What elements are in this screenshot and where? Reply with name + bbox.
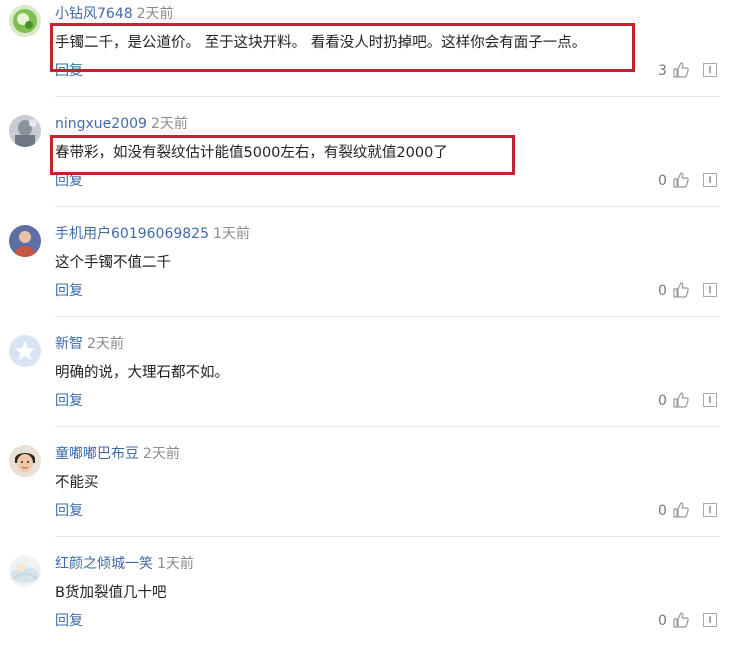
comment-meta: ningxue2009 2天前: [55, 114, 188, 134]
timestamp: 2天前: [136, 6, 174, 22]
comment-meta: 童嘟嘟巴布豆 2天前: [55, 444, 180, 464]
timestamp: 2天前: [87, 336, 124, 352]
comment-item: 新智 2天前 明确的说，大理石都不如。 回复 0: [0, 330, 750, 440]
timestamp: 1天前: [212, 226, 250, 242]
thumbs-up-icon[interactable]: [672, 391, 690, 409]
comment-item: 小钻风7648 2天前 手镯二千，是公道价。 至于这块开料。 看看没人时扔掉吧。这…: [0, 0, 750, 110]
reply-button[interactable]: 回复: [55, 61, 83, 81]
reply-button[interactable]: 回复: [55, 171, 83, 191]
comment-list: 小钻风7648 2天前 手镯二千，是公道价。 至于这块开料。 看看没人时扔掉吧。这…: [0, 0, 750, 648]
comment-text: 不能买: [55, 475, 99, 491]
thumbs-up-icon[interactable]: [672, 171, 690, 189]
comment-meta: 红颜之倾城一笑 1天前: [55, 554, 194, 574]
divider: [55, 426, 720, 427]
like-count: 3: [658, 63, 667, 79]
username-link[interactable]: 童嘟嘟巴布豆: [55, 446, 139, 462]
avatar[interactable]: [9, 555, 41, 587]
avatar[interactable]: [9, 225, 41, 257]
comment-item: 童嘟嘟巴布豆 2天前 不能买 回复 0: [0, 440, 750, 550]
avatar[interactable]: [9, 335, 41, 367]
report-icon[interactable]: [703, 613, 717, 627]
thumbs-up-icon[interactable]: [672, 611, 690, 629]
avatar[interactable]: [9, 445, 41, 477]
report-icon[interactable]: [703, 283, 717, 297]
child-photo-avatar-icon: [9, 445, 41, 477]
report-icon[interactable]: [703, 393, 717, 407]
green-abstract-avatar-icon: [9, 5, 41, 37]
comment-meta: 手机用户60196069825 1天前: [55, 224, 250, 244]
divider: [55, 536, 720, 537]
comment-item: 手机用户60196069825 1天前 这个手镯不值二千 回复 0: [0, 220, 750, 330]
report-icon[interactable]: [703, 503, 717, 517]
like-count: 0: [658, 283, 667, 299]
blurred-photo-avatar-icon: [9, 115, 41, 147]
avatar[interactable]: [9, 5, 41, 37]
divider: [55, 96, 720, 97]
divider: [55, 206, 720, 207]
report-icon[interactable]: [703, 173, 717, 187]
default-user-avatar-icon: [9, 225, 41, 257]
pale-photo-avatar-icon: [9, 555, 41, 587]
username-link[interactable]: 手机用户60196069825: [55, 226, 209, 242]
comment-meta: 新智 2天前: [55, 334, 124, 354]
username-link[interactable]: 红颜之倾城一笑: [55, 556, 153, 572]
comment-text: 手镯二千，是公道价。 至于这块开料。 看看没人时扔掉吧。这样你会有面子一点。: [55, 35, 587, 51]
thumbs-up-icon[interactable]: [672, 281, 690, 299]
avatar[interactable]: [9, 115, 41, 147]
thumbs-up-icon[interactable]: [672, 501, 690, 519]
divider: [55, 316, 720, 317]
reply-button[interactable]: 回复: [55, 391, 83, 411]
timestamp: 2天前: [150, 116, 188, 132]
comment-text: 明确的说，大理石都不如。: [55, 365, 229, 381]
comment-text: B货加裂值几十吧: [55, 585, 167, 601]
reply-button[interactable]: 回复: [55, 611, 83, 631]
timestamp: 2天前: [143, 446, 180, 462]
comment-item: 红颜之倾城一笑 1天前 B货加裂值几十吧 回复 0: [0, 550, 750, 648]
comment-text: 春带彩，如没有裂纹估计能值5000左右，有裂纹就值2000了: [55, 145, 448, 161]
comment-text: 这个手镯不值二千: [55, 255, 171, 271]
comment-meta: 小钻风7648 2天前: [55, 4, 174, 24]
reply-button[interactable]: 回复: [55, 501, 83, 521]
default-star-avatar-icon: [9, 335, 41, 367]
comment-item: ningxue2009 2天前 春带彩，如没有裂纹估计能值5000左右，有裂纹就值…: [0, 110, 750, 220]
like-count: 0: [658, 613, 667, 629]
like-count: 0: [658, 503, 667, 519]
username-link[interactable]: 新智: [55, 336, 83, 352]
username-link[interactable]: 小钻风7648: [55, 6, 133, 22]
report-icon[interactable]: [703, 63, 717, 77]
like-count: 0: [658, 173, 667, 189]
username-link[interactable]: ningxue2009: [55, 116, 147, 132]
like-count: 0: [658, 393, 667, 409]
timestamp: 1天前: [157, 556, 194, 572]
reply-button[interactable]: 回复: [55, 281, 83, 301]
thumbs-up-icon[interactable]: [672, 61, 690, 79]
